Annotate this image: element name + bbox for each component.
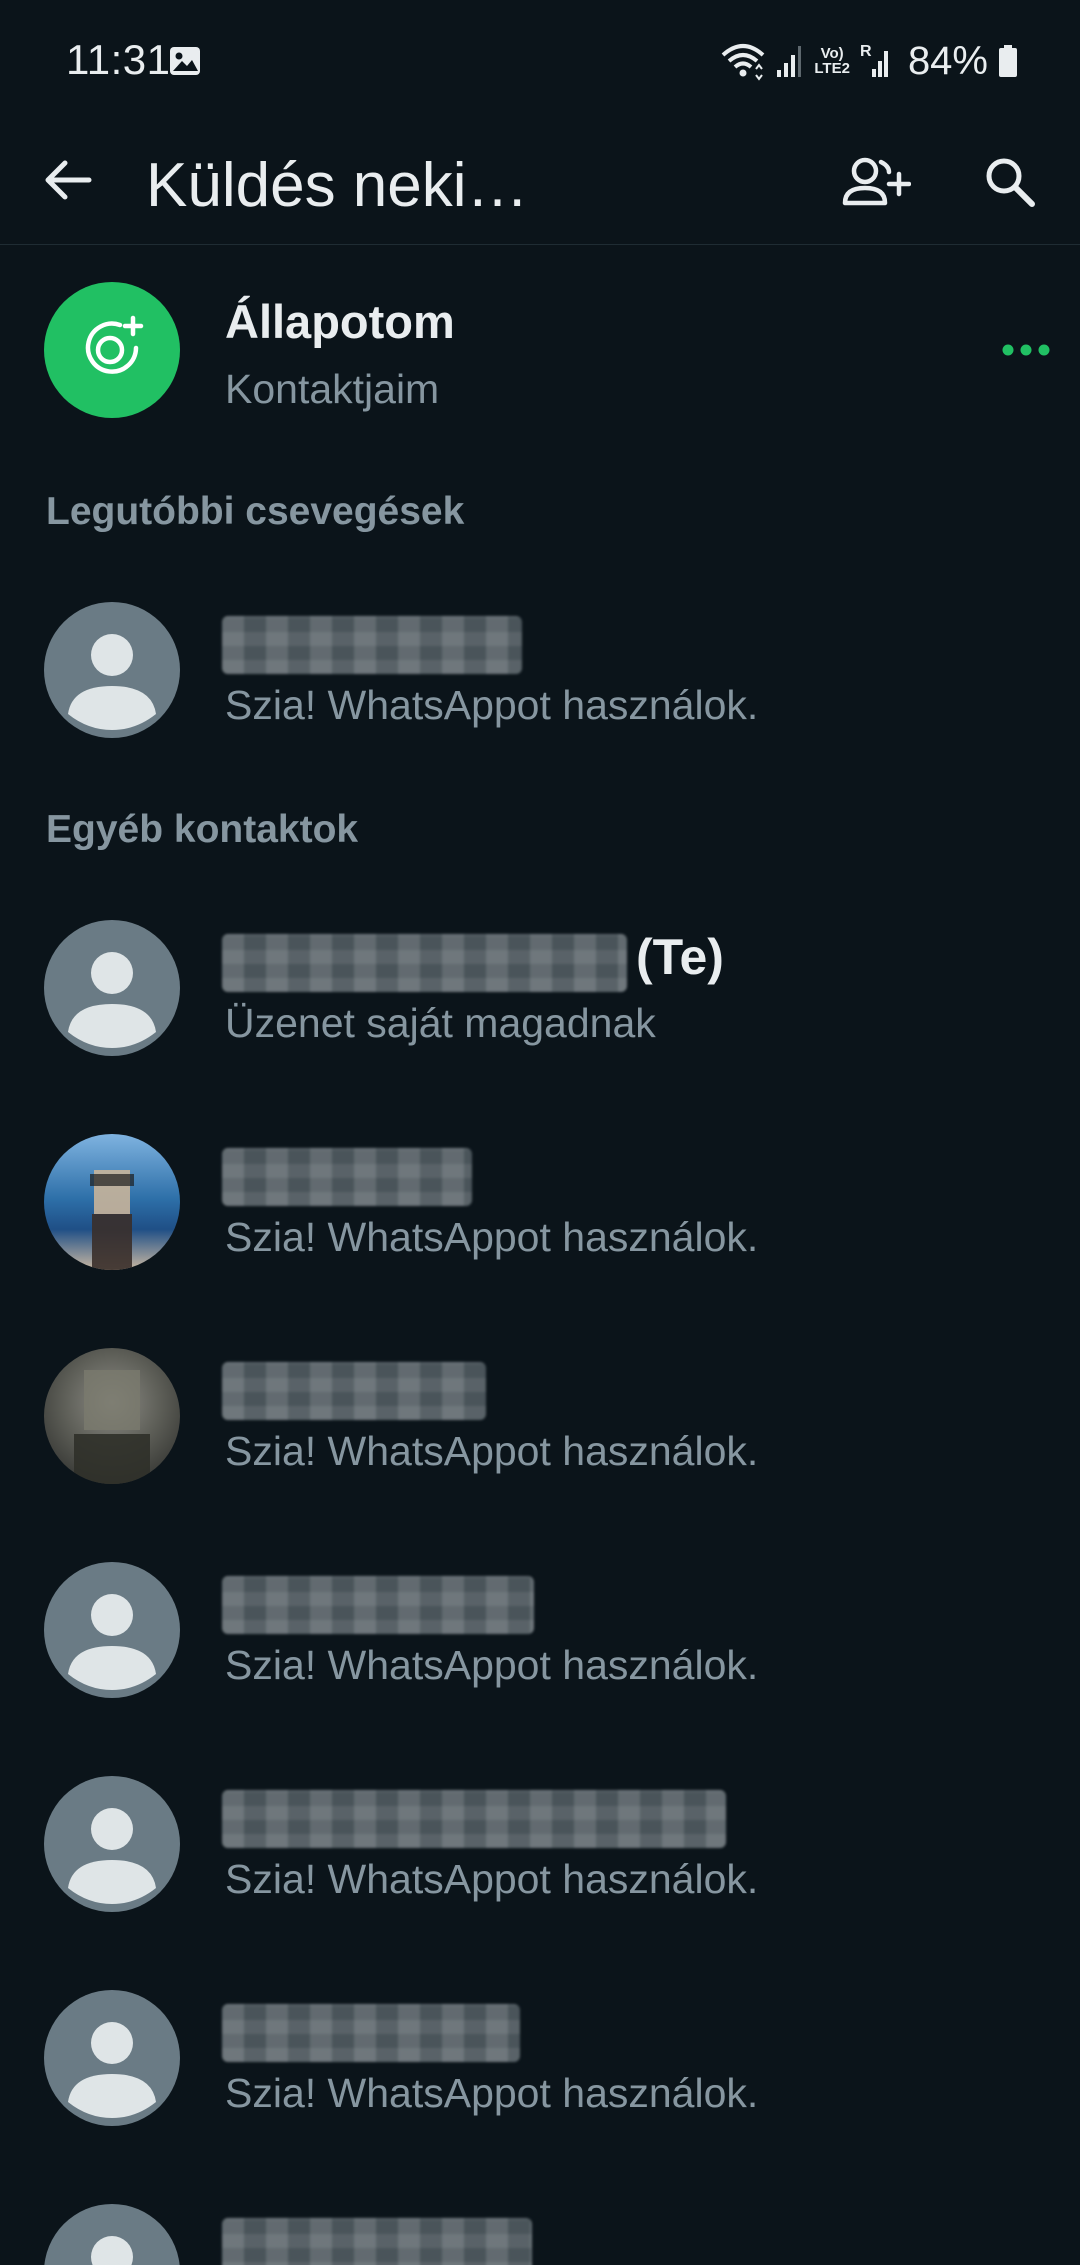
status-subtitle: Kontaktjaim xyxy=(225,366,440,412)
status-avatar xyxy=(44,282,180,418)
section-header-recent: Legutóbbi csevegések xyxy=(46,490,465,533)
contact-subtitle: Szia! WhatsAppot használok. xyxy=(225,2070,759,2116)
default-avatar-icon xyxy=(91,2236,133,2265)
contact-row[interactable]: Szia! WhatsAppot használok. xyxy=(0,1744,1080,1944)
contact-subtitle: Szia! WhatsAppot használok. xyxy=(225,1428,759,1474)
page-title: Küldés neki… xyxy=(146,151,529,220)
back-button[interactable] xyxy=(28,142,108,222)
contact-name-redacted xyxy=(222,1362,486,1420)
avatar xyxy=(44,1562,180,1698)
contact-row[interactable]: Szia! WhatsAppot használok. xyxy=(0,570,1080,770)
contact-subtitle: Szia! WhatsAppot használok. xyxy=(225,1642,759,1688)
contact-name-redacted xyxy=(222,934,627,992)
wifi-icon xyxy=(720,41,766,81)
contact-row[interactable]: Szia! WhatsAppot használok. xyxy=(0,1102,1080,1302)
default-avatar-icon xyxy=(68,1808,156,1904)
default-avatar-icon xyxy=(68,2022,156,2118)
status-time: 11:31 xyxy=(66,36,171,83)
search-icon xyxy=(983,155,1037,214)
contact-subtitle: Szia! WhatsAppot használok. xyxy=(225,682,759,728)
contact-name-redacted xyxy=(222,2218,532,2265)
default-avatar-icon xyxy=(68,1594,156,1690)
avatar xyxy=(44,1776,180,1912)
contact-name-redacted xyxy=(222,1576,534,1634)
avatar-photo xyxy=(44,1134,180,1270)
default-avatar-icon xyxy=(68,634,156,730)
contact-subtitle: Szia! WhatsAppot használok. xyxy=(225,1856,759,1902)
contact-name-redacted xyxy=(222,616,522,674)
battery-percent: 84% xyxy=(907,38,988,83)
battery-icon xyxy=(998,44,1018,78)
roaming-signal-icon: R xyxy=(860,43,892,79)
signal-icon xyxy=(776,44,802,78)
contact-name-redacted xyxy=(222,2004,520,2062)
contact-subtitle: Szia! WhatsAppot használok. xyxy=(225,1214,759,1260)
app-bar: Küldés neki… xyxy=(0,120,1080,245)
profile-photo-icon xyxy=(74,1370,150,1484)
more-horizontal-icon xyxy=(1001,343,1051,362)
profile-photo-icon xyxy=(90,1170,134,1270)
contact-row[interactable]: Szia! WhatsAppot használok. xyxy=(0,1958,1080,2158)
status-indicators: Vo) LTE2 R 84% xyxy=(720,36,1018,86)
avatar xyxy=(44,920,180,1056)
section-header-other: Egyéb kontaktok xyxy=(46,808,359,851)
new-contact-button[interactable] xyxy=(832,140,920,228)
status-bar: 11:31 Vo) LTE2 R 84% xyxy=(0,0,1080,120)
search-button[interactable] xyxy=(966,140,1054,228)
gallery-notification-icon xyxy=(168,45,202,77)
my-status-item[interactable]: Állapotom Kontaktjaim xyxy=(0,262,1080,442)
avatar xyxy=(44,602,180,738)
contact-row-self[interactable]: (Te) Üzenet saját magadnak xyxy=(0,888,1080,1088)
contact-row[interactable] xyxy=(0,2172,1080,2265)
status-more-button[interactable] xyxy=(986,312,1066,392)
contact-subtitle: Üzenet saját magadnak xyxy=(225,1000,656,1046)
contact-name-redacted xyxy=(222,1790,726,1848)
back-arrow-icon xyxy=(43,158,93,207)
self-label: (Te) xyxy=(636,929,724,985)
status-title: Állapotom xyxy=(225,295,455,348)
add-contact-icon xyxy=(841,154,912,215)
contact-row[interactable]: Szia! WhatsAppot használok. xyxy=(0,1316,1080,1516)
contact-name-redacted xyxy=(222,1148,472,1206)
camera-add-icon xyxy=(76,312,148,389)
volte-indicator: Vo) LTE2 xyxy=(814,45,850,77)
avatar xyxy=(44,2204,180,2265)
default-avatar-icon xyxy=(68,952,156,1048)
avatar-photo xyxy=(44,1348,180,1484)
avatar xyxy=(44,1990,180,2126)
contact-row[interactable]: Szia! WhatsAppot használok. xyxy=(0,1530,1080,1730)
